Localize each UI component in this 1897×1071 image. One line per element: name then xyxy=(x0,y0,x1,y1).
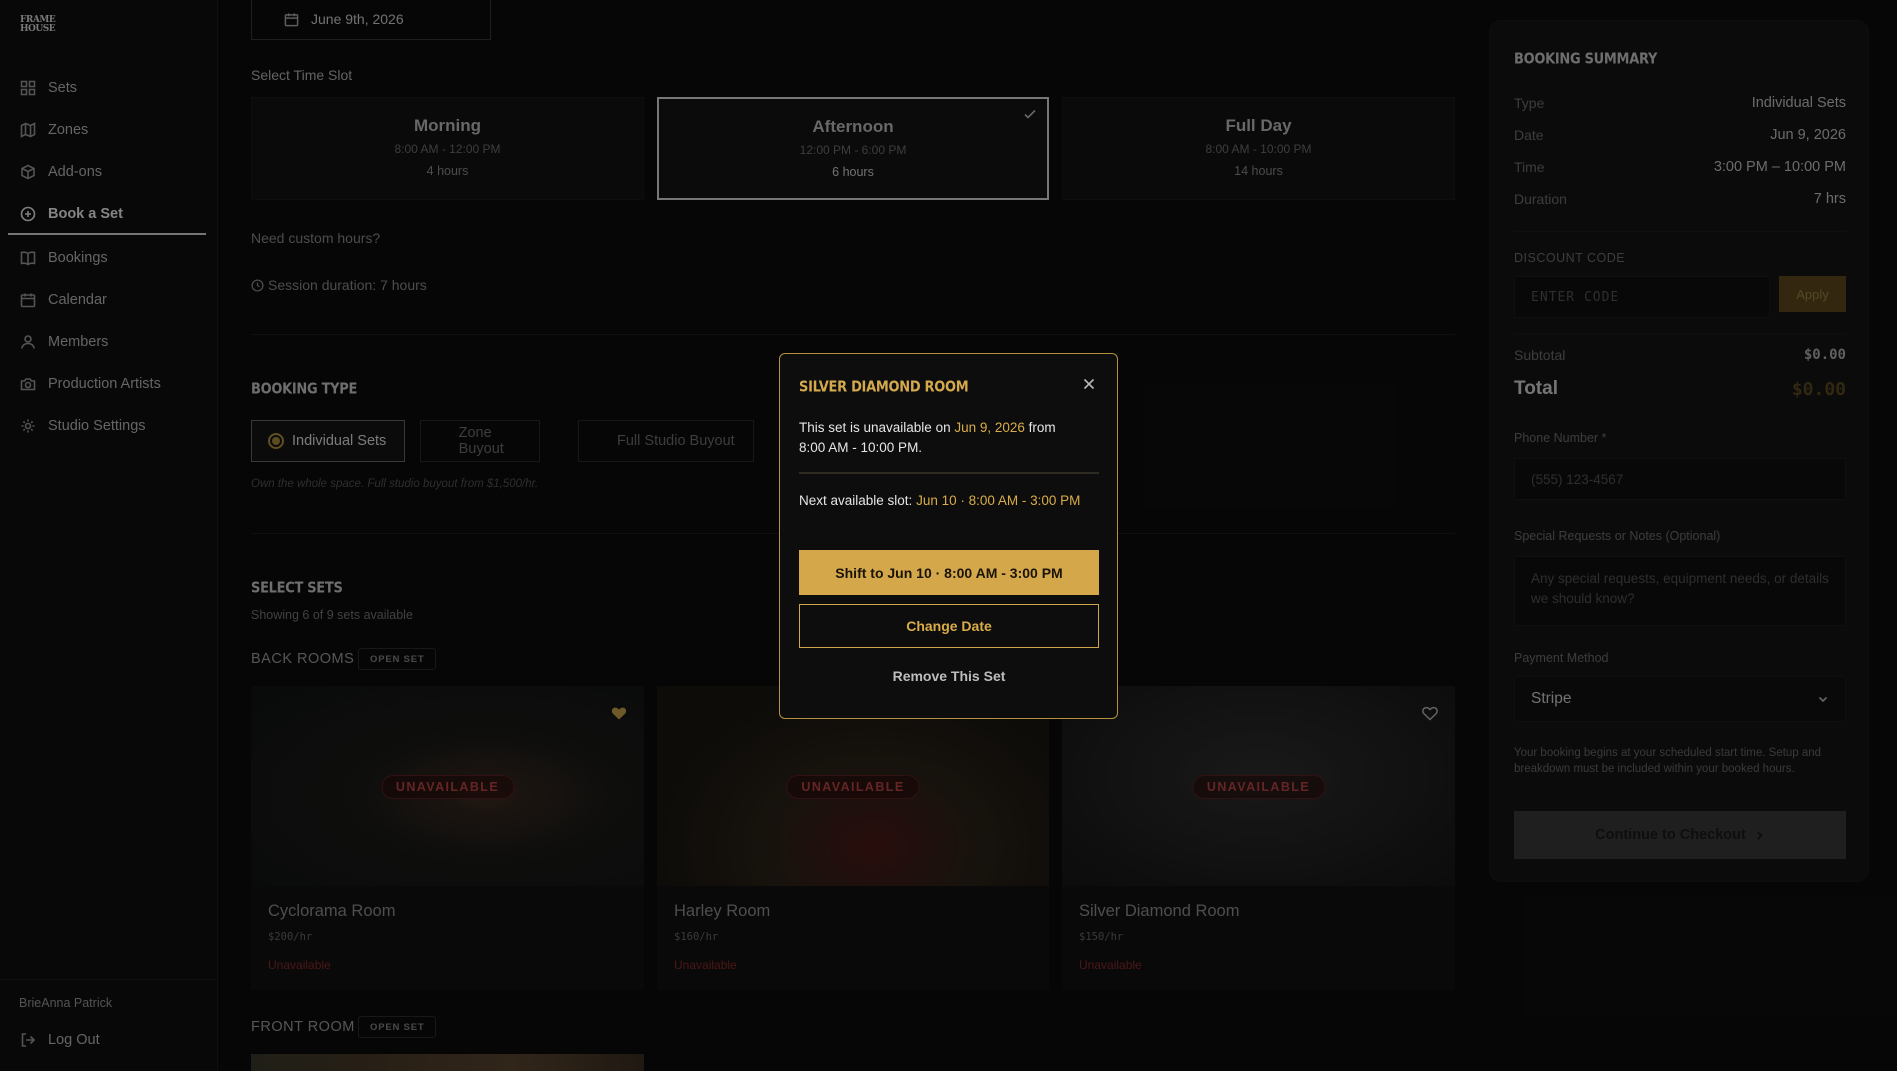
modal-date: Jun 9, 2026 xyxy=(954,420,1025,435)
modal-unavailable-text: This set is unavailable on Jun 9, 2026 f… xyxy=(799,418,1099,458)
modal-text-part: from xyxy=(1024,420,1056,435)
modal-title: SILVER DIAMOND ROOM xyxy=(799,379,969,397)
next-slot-label: Next available slot: xyxy=(799,493,917,508)
next-slot-value: Jun 10 · 8:00 AM - 3:00 PM xyxy=(916,493,1081,508)
unavailable-set-modal: SILVER DIAMOND ROOM This set is unavaila… xyxy=(779,353,1118,719)
remove-set-button[interactable]: Remove This Set xyxy=(799,668,1099,684)
modal-text-part: This set is unavailable on xyxy=(799,420,955,435)
change-date-button[interactable]: Change Date xyxy=(799,604,1099,648)
modal-divider xyxy=(799,472,1099,474)
modal-next-slot-text: Next available slot: Jun 10 · 8:00 AM - … xyxy=(799,491,1099,511)
modal-time-range: 8:00 AM - 10:00 PM. xyxy=(799,440,923,455)
shift-slot-button[interactable]: Shift to Jun 10 · 8:00 AM - 3:00 PM xyxy=(799,550,1099,595)
close-icon[interactable] xyxy=(1083,378,1095,390)
